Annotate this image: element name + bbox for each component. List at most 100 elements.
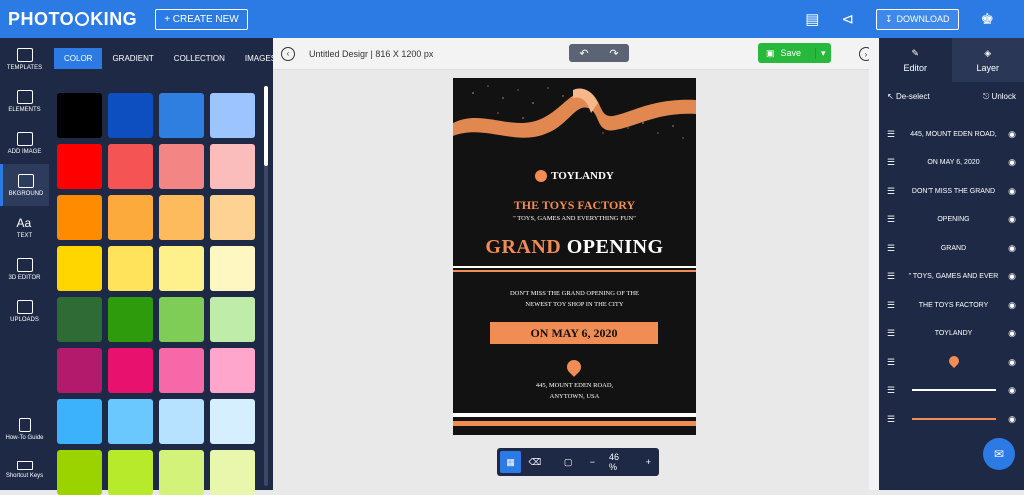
color-swatch[interactable]	[57, 195, 102, 240]
color-swatch[interactable]	[159, 246, 204, 291]
eye-icon[interactable]: ◉	[1002, 243, 1016, 254]
color-swatch[interactable]	[159, 93, 204, 138]
divider-white-bottom[interactable]	[453, 413, 696, 417]
color-swatch[interactable]	[210, 246, 255, 291]
color-swatch[interactable]	[210, 348, 255, 393]
eye-icon[interactable]: ◉	[1002, 300, 1016, 311]
chess-king-icon[interactable]: ♚	[981, 10, 994, 28]
document-title[interactable]: Untitled Desigr | 816 X 1200 px	[309, 49, 433, 59]
layer-item[interactable]: ☰" TOYS, GAMES AND EVER◉	[879, 263, 1024, 292]
divider-white-top[interactable]	[453, 266, 696, 268]
poster-tagline[interactable]: " TOYS, GAMES AND EVERYTHING FUN"	[453, 215, 696, 222]
shortcut-keys-button[interactable]: Shortcut Keys	[0, 452, 49, 488]
logo[interactable]: PHOTO KING	[8, 9, 137, 30]
poster-invite-text[interactable]: DON'T MISS THE GRAND OPENING OF THENEWES…	[453, 288, 696, 310]
color-swatch[interactable]	[210, 450, 255, 495]
color-swatch[interactable]	[210, 144, 255, 189]
drag-handle-icon[interactable]: ☰	[887, 186, 905, 197]
zoom-in-button[interactable]: +	[638, 451, 659, 473]
layer-item[interactable]: ☰OPENING◉	[879, 206, 1024, 235]
color-swatch[interactable]	[210, 399, 255, 444]
poster-canvas[interactable]: TOYLANDY THE TOYS FACTORY " TOYS, GAMES …	[453, 78, 696, 435]
create-new-button[interactable]: + CREATE NEW	[155, 9, 248, 30]
color-swatch[interactable]	[108, 93, 153, 138]
drag-handle-icon[interactable]: ☰	[887, 328, 905, 339]
eye-icon[interactable]: ◉	[1002, 357, 1016, 368]
unlock-button[interactable]: ⎋ Unlock	[983, 92, 1016, 102]
present-button[interactable]: ▢	[557, 451, 578, 473]
share-icon[interactable]: ⊲	[841, 10, 854, 28]
rail-item-templates[interactable]: TEMPLATES	[0, 38, 49, 80]
color-swatch[interactable]	[108, 348, 153, 393]
rail-item-uploads[interactable]: UPLOADS	[0, 290, 49, 332]
poster-date[interactable]: ON MAY 6, 2020	[490, 322, 658, 344]
divider-orange-top[interactable]	[453, 270, 696, 272]
feedback-icon[interactable]: ▤	[805, 10, 819, 28]
color-swatch[interactable]	[159, 195, 204, 240]
drag-handle-icon[interactable]: ☰	[887, 129, 905, 140]
chat-button[interactable]: ✉	[983, 438, 1015, 470]
deselect-button[interactable]: ↖ De-select	[887, 92, 930, 102]
poster-brand[interactable]: TOYLANDY	[453, 170, 696, 182]
color-swatch[interactable]	[159, 297, 204, 342]
back-arrow-icon[interactable]: ‹	[281, 47, 295, 61]
rail-item-text[interactable]: AaTEXT	[0, 206, 49, 248]
eye-icon[interactable]: ◉	[1002, 414, 1016, 425]
tab-color[interactable]: COLOR	[54, 48, 102, 69]
drag-handle-icon[interactable]: ☰	[887, 414, 905, 425]
eye-icon[interactable]: ◉	[1002, 214, 1016, 225]
color-swatch[interactable]	[210, 93, 255, 138]
drag-handle-icon[interactable]: ☰	[887, 300, 905, 311]
panel-scrollbar[interactable]	[264, 86, 268, 166]
color-swatch[interactable]	[57, 93, 102, 138]
color-swatch[interactable]	[57, 144, 102, 189]
layer-item[interactable]: ☰TOYLANDY◉	[879, 320, 1024, 349]
color-swatch[interactable]	[210, 195, 255, 240]
color-swatch[interactable]	[159, 348, 204, 393]
drag-handle-icon[interactable]: ☰	[887, 357, 905, 368]
color-swatch[interactable]	[210, 297, 255, 342]
poster-headline[interactable]: GRAND OPENING	[453, 236, 696, 259]
layer-item[interactable]: ☰ON MAY 6, 2020◉	[879, 149, 1024, 178]
color-swatch[interactable]	[57, 450, 102, 495]
eraser-button[interactable]: ⌫	[524, 451, 545, 473]
eye-icon[interactable]: ◉	[1002, 129, 1016, 140]
layer-item[interactable]: ☰GRAND◉	[879, 234, 1024, 263]
rail-item-background[interactable]: BKGROUND	[0, 164, 49, 206]
save-options-dropdown[interactable]: ▾	[815, 48, 831, 59]
location-pin-icon[interactable]	[564, 357, 584, 377]
drag-handle-icon[interactable]: ☰	[887, 271, 905, 282]
drag-handle-icon[interactable]: ☰	[887, 243, 905, 254]
color-swatch[interactable]	[159, 144, 204, 189]
color-swatch[interactable]	[57, 399, 102, 444]
eye-icon[interactable]: ◉	[1002, 186, 1016, 197]
download-button[interactable]: ↧DOWNLOAD	[876, 9, 959, 30]
redo-button[interactable]: ↷	[599, 44, 629, 62]
eye-icon[interactable]: ◉	[1002, 157, 1016, 168]
poster-factory-title[interactable]: THE TOYS FACTORY	[453, 198, 696, 213]
color-swatch[interactable]	[57, 297, 102, 342]
eye-icon[interactable]: ◉	[1002, 271, 1016, 282]
how-to-guide-button[interactable]: How-To Guide	[0, 410, 49, 448]
color-swatch[interactable]	[108, 297, 153, 342]
layer-item[interactable]: ☰◉	[879, 348, 1024, 377]
save-button[interactable]: ▣Save	[758, 48, 815, 59]
rail-item-elements[interactable]: ELEMENTS	[0, 80, 49, 122]
tab-collection[interactable]: COLLECTION	[164, 49, 235, 68]
drag-handle-icon[interactable]: ☰	[887, 157, 905, 168]
poster-address[interactable]: 445, MOUNT EDEN ROAD,ANYTOWN, USA	[453, 380, 696, 402]
layer-item[interactable]: ☰◉	[879, 377, 1024, 406]
layer-item[interactable]: ☰DON'T MISS THE GRAND◉	[879, 177, 1024, 206]
drag-handle-icon[interactable]: ☰	[887, 214, 905, 225]
eye-icon[interactable]: ◉	[1002, 328, 1016, 339]
color-swatch[interactable]	[57, 246, 102, 291]
color-swatch[interactable]	[108, 144, 153, 189]
rail-item-add-image[interactable]: ADD IMAGE	[0, 122, 49, 164]
drag-handle-icon[interactable]: ☰	[887, 385, 905, 396]
color-swatch[interactable]	[108, 246, 153, 291]
color-swatch[interactable]	[108, 399, 153, 444]
layer-item[interactable]: ☰445, MOUNT EDEN ROAD,◉	[879, 120, 1024, 149]
divider-orange-bottom[interactable]	[453, 421, 696, 426]
eye-icon[interactable]: ◉	[1002, 385, 1016, 396]
color-swatch[interactable]	[108, 450, 153, 495]
